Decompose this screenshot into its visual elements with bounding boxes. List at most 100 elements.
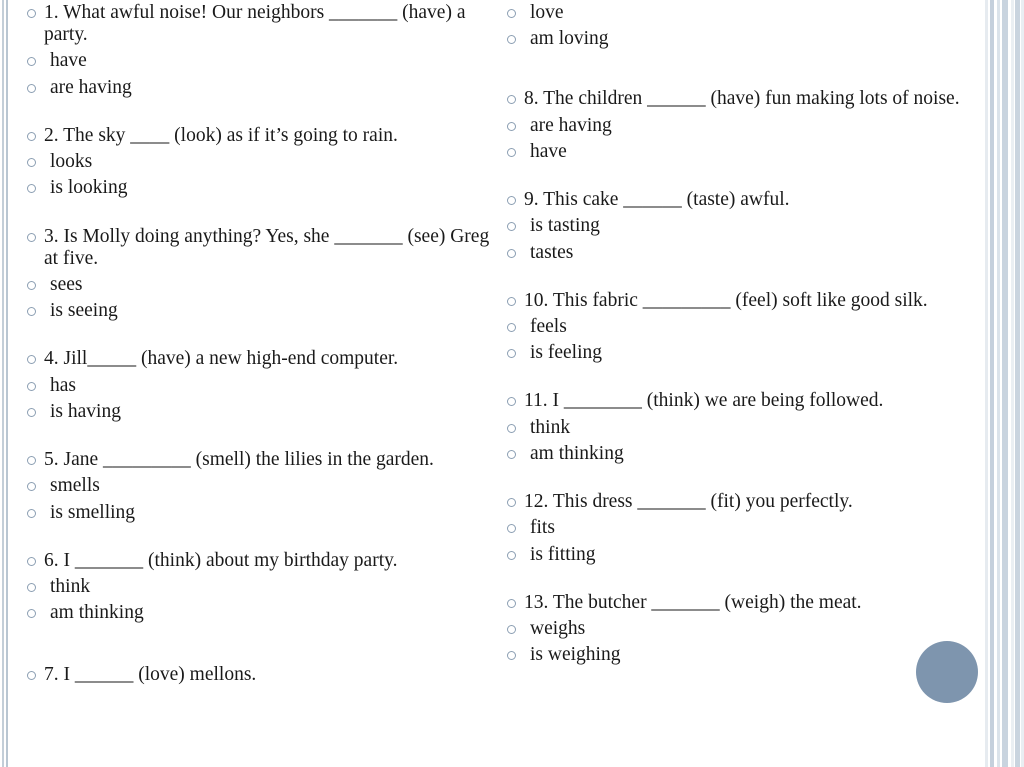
question-item[interactable]: 6. I _______ (think) about my birthday p…	[20, 548, 490, 574]
bullet-circle-icon	[20, 548, 42, 566]
answer-option[interactable]: looks	[20, 149, 490, 175]
question-text: 11. I ________ (think) we are being foll…	[524, 390, 884, 412]
answer-option-label: is looking	[50, 177, 128, 199]
answer-option-label: am loving	[530, 28, 609, 50]
question-item[interactable]: 13. The butcher _______ (weigh) the meat…	[500, 590, 1000, 616]
answer-option[interactable]: is having	[20, 399, 490, 425]
answer-option[interactable]: is fitting	[500, 542, 1000, 568]
answer-option[interactable]: fits	[500, 515, 1000, 541]
question-group-7: 7. I ______ (love) mellons.	[20, 662, 490, 688]
answer-option[interactable]: have	[500, 139, 1000, 165]
bullet-circle-icon	[20, 346, 42, 365]
question-item[interactable]: 2. The sky ____ (look) as if it’s going …	[20, 123, 490, 149]
question-text: 7. I ______ (love) mellons.	[44, 664, 257, 686]
bullet-circle-icon	[20, 500, 42, 518]
bullet-circle-icon	[20, 600, 42, 619]
question-item[interactable]: 7. I ______ (love) mellons.	[20, 662, 490, 688]
answer-option[interactable]: am loving	[500, 26, 1000, 52]
answer-option-label: is having	[50, 400, 121, 422]
bullet-circle-icon	[20, 48, 42, 67]
bullet-circle-icon	[20, 662, 42, 681]
answer-option[interactable]: are having	[20, 75, 490, 101]
bullet-circle-icon	[500, 542, 522, 560]
answer-option[interactable]: has	[20, 373, 490, 399]
question-group-12: 12. This dress _______ (fit) you perfect…	[500, 489, 1000, 568]
answer-option[interactable]: am thinking	[500, 441, 1000, 467]
bullet-circle-icon	[20, 447, 42, 466]
answer-option[interactable]: think	[20, 574, 490, 600]
answer-option[interactable]: think	[500, 415, 1000, 441]
bullet-circle-icon	[500, 288, 522, 306]
question-group-13: 13. The butcher _______ (weigh) the meat…	[500, 590, 1000, 669]
answer-option[interactable]: am thinking	[20, 600, 490, 626]
answer-option[interactable]: sees	[20, 272, 490, 298]
bullet-circle-icon	[500, 590, 522, 608]
right-column: love am loving 8. The children ______ (h…	[500, 0, 1000, 690]
answer-option[interactable]: are having	[500, 113, 1000, 139]
question-item[interactable]: 8. The children ______ (have) fun making…	[500, 86, 1000, 112]
answer-option[interactable]: love	[500, 0, 1000, 26]
question-item[interactable]: 11. I ________ (think) we are being foll…	[500, 388, 1000, 414]
answer-option[interactable]: is weighing	[500, 642, 1000, 668]
answer-option[interactable]: is feeling	[500, 340, 1000, 366]
question-item[interactable]: 5. Jane _________ (smell) the lilies in …	[20, 447, 490, 473]
bullet-circle-icon	[500, 388, 522, 407]
question-group-2: 2. The sky ____ (look) as if it’s going …	[20, 123, 490, 202]
question-text: 2. The sky ____ (look) as if it’s going …	[44, 124, 398, 146]
slide-canvas: 1. What awful noise! Our neighbors _____…	[0, 0, 1024, 767]
question-text: 13. The butcher _______ (weigh) the meat…	[524, 591, 862, 613]
bullet-circle-icon	[500, 340, 522, 359]
bullet-circle-icon	[20, 399, 42, 417]
answer-option-label: are having	[530, 114, 612, 136]
answer-option-label: am thinking	[50, 602, 144, 624]
question-text: 6. I _______ (think) about my birthday p…	[44, 549, 398, 571]
answer-option-label: have	[50, 50, 87, 72]
answer-option-label: love	[530, 2, 564, 23]
bullet-circle-icon	[20, 0, 42, 18]
answer-option-label: is seeing	[50, 300, 118, 322]
bullet-circle-icon	[500, 187, 522, 206]
question-text: 9. This cake ______ (taste) awful.	[524, 189, 790, 211]
bullet-circle-icon	[500, 616, 522, 634]
bullet-circle-icon	[20, 298, 42, 317]
bullet-circle-icon	[20, 473, 42, 492]
answer-option-label: is fitting	[530, 543, 596, 565]
bullet-circle-icon	[20, 75, 42, 93]
question-group-4: 4. Jill_____ (have) a new high-end compu…	[20, 346, 490, 425]
answer-option-label: have	[530, 140, 567, 162]
question-item[interactable]: 10. This fabric _________ (feel) soft li…	[500, 288, 1000, 314]
bullet-circle-icon	[20, 123, 42, 141]
answer-option[interactable]: weighs	[500, 616, 1000, 642]
bullet-circle-icon	[500, 415, 522, 433]
question-group-7-options: love am loving	[500, 0, 1000, 52]
answer-option[interactable]: is smelling	[20, 500, 490, 526]
answer-option[interactable]: is tasting	[500, 213, 1000, 239]
answer-option-label: has	[50, 374, 76, 396]
answer-option-label: am thinking	[530, 442, 624, 464]
answer-option[interactable]: smells	[20, 473, 490, 499]
answer-option-label: think	[530, 416, 571, 438]
question-text: 12. This dress _______ (fit) you perfect…	[524, 491, 853, 513]
bullet-circle-icon	[500, 314, 522, 332]
bullet-circle-icon	[500, 213, 522, 232]
answer-option[interactable]: is seeing	[20, 298, 490, 324]
answer-option[interactable]: tastes	[500, 240, 1000, 266]
question-item[interactable]: 4. Jill_____ (have) a new high-end compu…	[20, 346, 490, 372]
answer-option-label: fits	[530, 517, 555, 539]
answer-option[interactable]: is looking	[20, 175, 490, 201]
bullet-circle-icon	[500, 642, 522, 661]
answer-option-label: sees	[50, 273, 83, 295]
question-group-8: 8. The children ______ (have) fun making…	[500, 86, 1000, 165]
question-group-6: 6. I _______ (think) about my birthday p…	[20, 548, 490, 627]
question-text: 1. What awful noise! Our neighbors _____…	[44, 2, 466, 46]
bullet-circle-icon	[20, 373, 42, 391]
answer-option[interactable]: feels	[500, 314, 1000, 340]
answer-option-label: is weighing	[530, 644, 621, 666]
answer-option[interactable]: have	[20, 48, 490, 74]
question-text: 10. This fabric _________ (feel) soft li…	[524, 289, 928, 311]
question-item[interactable]: 12. This dress _______ (fit) you perfect…	[500, 489, 1000, 515]
question-item[interactable]: 3. Is Molly doing anything? Yes, she ___…	[20, 224, 490, 272]
question-item[interactable]: 9. This cake ______ (taste) awful.	[500, 187, 1000, 213]
bullet-circle-icon	[20, 272, 42, 290]
question-item[interactable]: 1. What awful noise! Our neighbors _____…	[20, 0, 490, 48]
